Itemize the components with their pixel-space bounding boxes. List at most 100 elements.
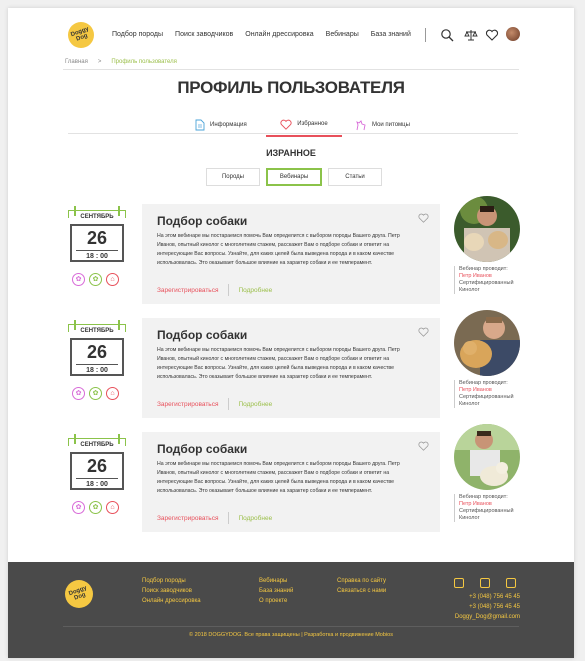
footer-logo[interactable]: Doggy Dog xyxy=(65,580,93,608)
phone-number[interactable]: +3 (048) 756 45 45 xyxy=(469,604,520,610)
footer-link[interactable]: Вебинары xyxy=(259,578,293,584)
house-icon[interactable]: ⌂ xyxy=(106,273,119,286)
document-icon xyxy=(195,119,205,131)
logo[interactable]: Doggy Dog xyxy=(68,22,94,48)
footer-column: Подбор породы Поиск заводчиков Онлайн др… xyxy=(142,578,201,604)
nav-online-training[interactable]: Онлайн дрессировка xyxy=(245,31,313,38)
nav-breeders[interactable]: Поиск заводчиков xyxy=(175,31,233,38)
filter-tabs: Породы Вебинары Статьи xyxy=(206,168,382,186)
paw-icon[interactable]: ✿ xyxy=(72,501,85,514)
register-link[interactable]: Зарегистрироваться xyxy=(157,401,218,408)
dog-icon xyxy=(356,120,366,131)
blog-icon[interactable] xyxy=(454,578,464,588)
more-link[interactable]: Подробнее xyxy=(238,287,272,294)
logo-text: Doggy Dog xyxy=(70,26,90,43)
profile-tabs: Информация Избранное Мои питомцы xyxy=(183,113,499,137)
calendar-month: СЕНТЯБРЬ xyxy=(80,442,114,448)
footer-contacts: +3 (048) 756 45 45 +3 (048) 756 45 45 Do… xyxy=(455,594,520,620)
register-link[interactable]: Зарегистрироваться xyxy=(157,515,218,522)
footer: Doggy Dog Подбор породы Поиск заводчиков… xyxy=(8,562,574,658)
paw-icon[interactable]: ✿ xyxy=(89,273,102,286)
tab-favorites[interactable]: Избранное xyxy=(266,113,342,137)
speaker-name[interactable]: Петр Иванов xyxy=(459,387,524,394)
category-icons: ✿ ✿ ⌂ xyxy=(72,273,119,286)
calendar-time: 18 : 00 xyxy=(86,481,108,488)
speaker-info: Вебинар проводит: Петр Иванов Сертифицир… xyxy=(454,494,524,522)
page: Doggy Dog Подбор породы Поиск заводчиков… xyxy=(8,8,574,658)
filter-articles[interactable]: Статьи xyxy=(328,168,382,186)
paw-icon[interactable]: ✿ xyxy=(72,273,85,286)
footer-link[interactable]: Поиск заводчиков xyxy=(142,588,201,594)
webinar-actions: Зарегистрироваться Подробнее xyxy=(157,512,272,524)
footer-link[interactable]: База знаний xyxy=(259,588,293,594)
email-address[interactable]: Doggy_Dog@gmail.com xyxy=(455,614,520,620)
breadcrumb-current: Профиль пользователя xyxy=(111,59,177,65)
speaker-info: Вебинар проводит: Петр Иванов Сертифицир… xyxy=(454,380,524,408)
paw-icon[interactable]: ✿ xyxy=(89,501,102,514)
heart-icon[interactable] xyxy=(485,28,499,42)
house-icon[interactable]: ⌂ xyxy=(106,387,119,400)
favorite-heart-icon[interactable] xyxy=(418,213,429,223)
more-link[interactable]: Подробнее xyxy=(238,515,272,522)
calendar-divider xyxy=(76,250,118,251)
speaker-photo xyxy=(454,424,520,490)
nav-knowledge-base[interactable]: База знаний xyxy=(371,31,411,38)
speaker-label: Вебинар проводит: xyxy=(459,380,508,386)
nav-webinars[interactable]: Вебинары xyxy=(326,31,359,38)
calendar-month: СЕНТЯБРЬ xyxy=(80,214,114,220)
house-icon[interactable]: ⌂ xyxy=(106,501,119,514)
calendar-month: СЕНТЯБРЬ xyxy=(80,328,114,334)
instagram-icon[interactable] xyxy=(480,578,490,588)
calendar-time: 18 : 00 xyxy=(86,367,108,374)
calendar-body: 26 18 : 00 xyxy=(70,338,124,376)
social-links xyxy=(454,578,516,588)
user-avatar[interactable] xyxy=(506,27,520,41)
tab-my-pets-label: Мои питомцы xyxy=(372,122,410,128)
scales-icon[interactable] xyxy=(464,28,478,42)
footer-link[interactable]: Связаться с нами xyxy=(337,588,386,594)
calendar-time: 18 : 00 xyxy=(86,253,108,260)
calendar-day: 26 xyxy=(86,456,108,476)
phone-number[interactable]: +3 (048) 756 45 45 xyxy=(469,594,520,600)
footer-link[interactable]: Подбор породы xyxy=(142,578,201,584)
footer-divider xyxy=(63,626,519,627)
actions-divider xyxy=(228,398,230,410)
nav-breed-selection[interactable]: Подбор породы xyxy=(112,31,163,38)
webinar-actions: Зарегистрироваться Подробнее xyxy=(157,284,272,296)
tab-information[interactable]: Информация xyxy=(195,113,247,137)
paw-icon[interactable]: ✿ xyxy=(72,387,85,400)
register-link[interactable]: Зарегистрироваться xyxy=(157,287,218,294)
footer-column: Вебинары База знаний О проекте xyxy=(259,578,293,604)
tab-my-pets[interactable]: Мои питомцы xyxy=(355,113,410,137)
speaker-photo-image xyxy=(454,424,520,490)
category-icons: ✿ ✿ ⌂ xyxy=(72,501,119,514)
favorite-heart-icon[interactable] xyxy=(418,327,429,337)
footer-link[interactable]: Онлайн дрессировка xyxy=(142,598,201,604)
breadcrumb-home[interactable]: Главная xyxy=(65,59,88,65)
copyright: © 2018 DOGGYDOG. Все права защищены | Ра… xyxy=(189,632,393,638)
footer-logo-text: Doggy Dog xyxy=(68,585,88,602)
speaker-name[interactable]: Петр Иванов xyxy=(459,273,524,280)
speaker-name[interactable]: Петр Иванов xyxy=(459,501,524,508)
filter-breeds[interactable]: Породы xyxy=(206,168,260,186)
webinar-description: На этом вебинаре мы постараемся помочь В… xyxy=(157,233,400,266)
favorite-heart-icon[interactable] xyxy=(418,441,429,451)
search-icon[interactable] xyxy=(440,28,454,42)
filter-webinars[interactable]: Вебинары xyxy=(266,168,322,186)
webinar-actions: Зарегистрироваться Подробнее xyxy=(157,398,272,410)
speaker-label: Вебинар проводит: xyxy=(459,494,508,500)
breadcrumb-separator: > xyxy=(97,59,102,65)
paw-icon[interactable]: ✿ xyxy=(89,387,102,400)
footer-link[interactable]: Справка по сайту xyxy=(337,578,386,584)
speaker-photo-image xyxy=(454,196,520,262)
footer-link[interactable]: О проекте xyxy=(259,598,293,604)
speaker-role: Сертифицированный Кинолог xyxy=(459,280,514,293)
speaker-photo xyxy=(454,310,520,376)
speaker-label: Вебинар проводит: xyxy=(459,266,508,272)
more-link[interactable]: Подробнее xyxy=(238,401,272,408)
calendar-day: 26 xyxy=(86,228,108,248)
webinar-card: Подбор собаки На этом вебинаре мы постар… xyxy=(142,204,440,304)
share-icon[interactable] xyxy=(506,578,516,588)
speaker-role: Сертифицированный Кинолог xyxy=(459,508,514,521)
speaker-photo xyxy=(454,196,520,262)
